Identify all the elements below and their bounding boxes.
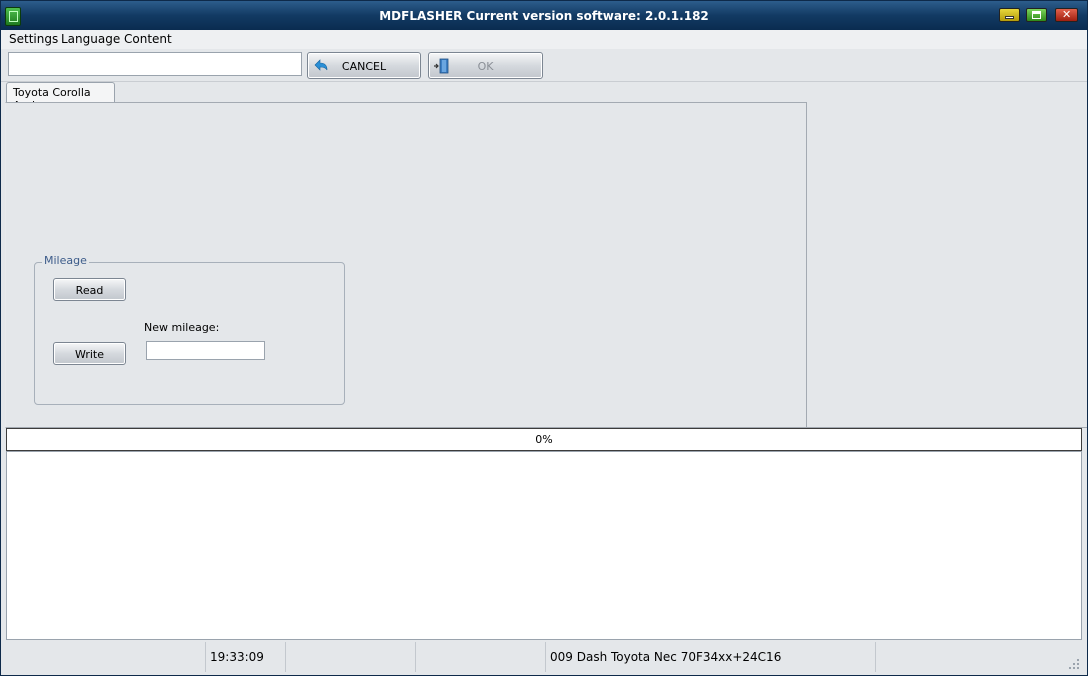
tab-toyota-corolla-auris[interactable]: Toyota Corolla Auris [6,82,115,112]
status-cell-1 [5,642,205,672]
close-icon[interactable] [1055,8,1078,22]
menu-settings[interactable]: Settings [9,32,58,46]
toolbar-divider [1,81,1087,82]
mileage-group-title: Mileage [42,254,89,267]
status-cell-time: 19:33:09 [205,642,285,672]
maximize-icon[interactable] [1026,8,1047,22]
status-time: 19:33:09 [210,650,264,664]
new-mileage-input[interactable] [146,341,265,360]
read-button[interactable]: Read [53,278,126,301]
write-label: Write [74,348,105,361]
resize-grip-icon[interactable] [1069,659,1079,669]
status-bar: 19:33:09 009 Dash Toyota Nec 70F34xx+24C… [5,642,1083,672]
status-cell-device: 009 Dash Toyota Nec 70F34xx+24C16 [545,642,875,672]
cancel-label: CANCEL [341,60,387,73]
menu-language[interactable]: Language [61,32,120,46]
menu-content[interactable]: Content [124,32,172,46]
status-cell-6 [875,642,1083,672]
progress-text: 0% [535,433,553,446]
minimize-icon[interactable] [999,8,1020,22]
title-bar[interactable]: MDFLASHER Current version software: 2.0.… [1,1,1087,30]
write-button[interactable]: Write [53,342,126,365]
cancel-button[interactable]: CANCEL [307,52,421,79]
side-panel [807,102,1087,428]
menu-bar: Settings Language Content [1,30,1087,49]
status-cell-3 [285,642,415,672]
status-cell-4 [415,642,545,672]
app-window: MDFLASHER Current version software: 2.0.… [0,0,1088,676]
log-output[interactable] [6,451,1082,640]
read-label: Read [75,284,104,297]
toolbar-input[interactable] [8,52,302,76]
new-mileage-label: New mileage: [144,321,220,334]
window-title: MDFLASHER Current version software: 2.0.… [379,9,709,23]
ok-button[interactable]: OK [428,52,543,79]
status-device: 009 Dash Toyota Nec 70F34xx+24C16 [550,650,782,664]
progress-bar: 0% [6,428,1082,451]
ok-label: OK [477,60,494,73]
